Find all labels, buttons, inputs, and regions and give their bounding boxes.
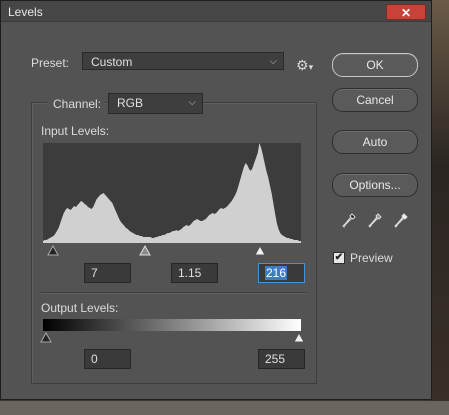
output-white-slider xyxy=(293,331,305,343)
background-strip xyxy=(429,0,449,415)
chevron-down-icon: ⌵ xyxy=(188,97,196,108)
input-slider-track[interactable] xyxy=(41,244,311,258)
preset-value: Custom xyxy=(91,55,133,69)
cancel-button[interactable]: Cancel xyxy=(332,88,418,112)
auto-button[interactable]: Auto xyxy=(332,130,418,154)
channel-select[interactable]: RGB ⌵ xyxy=(108,93,203,114)
output-black-field[interactable]: 0 xyxy=(84,349,131,369)
black-eyedropper-icon[interactable] xyxy=(341,212,357,230)
channel-label: Channel: xyxy=(53,97,102,111)
output-levels-label: Output Levels: xyxy=(41,301,119,315)
gray-eyedropper-icon[interactable] xyxy=(367,212,383,230)
black-input-field[interactable]: 7 xyxy=(84,263,131,283)
histogram-graph xyxy=(43,143,301,243)
preset-select[interactable]: Custom ⌵ xyxy=(82,52,284,70)
output-white-field[interactable]: 255 xyxy=(258,349,305,369)
input-levels-label: Input Levels: xyxy=(41,124,110,138)
gear-icon[interactable]: ⚙▾ xyxy=(296,57,313,74)
histogram xyxy=(43,143,301,243)
gamma-input-field[interactable]: 1.15 xyxy=(171,263,218,283)
divider xyxy=(41,292,307,293)
output-slider-track[interactable] xyxy=(39,331,309,345)
levels-dialog: Levels ✕ Preset: Custom ⌵ ⚙▾ Channel: RG… xyxy=(0,0,432,400)
gamma-slider xyxy=(139,244,151,256)
dialog-title: Levels xyxy=(8,5,43,19)
preview-label: Preview xyxy=(350,251,393,265)
options-button[interactable]: Options... xyxy=(332,173,418,197)
channel-value: RGB xyxy=(117,96,144,110)
output-gradient-bar xyxy=(43,319,301,331)
close-button[interactable]: ✕ xyxy=(386,4,426,20)
output-black-slider xyxy=(40,331,52,343)
white-input-field[interactable]: 216 xyxy=(258,263,305,283)
chevron-down-icon: ⌵ xyxy=(269,56,277,67)
white-eyedropper-icon[interactable] xyxy=(393,212,409,230)
white-point-slider xyxy=(254,244,266,256)
white-input-value: 216 xyxy=(265,266,288,280)
black-point-slider xyxy=(47,244,59,256)
title-bar[interactable]: Levels ✕ xyxy=(1,1,431,22)
preset-label: Preset: xyxy=(31,56,70,70)
preview-checkbox[interactable]: ✔ xyxy=(333,252,345,264)
ok-button[interactable]: OK xyxy=(332,53,418,77)
background-bottom xyxy=(0,401,449,415)
histogram-fill xyxy=(43,143,301,243)
